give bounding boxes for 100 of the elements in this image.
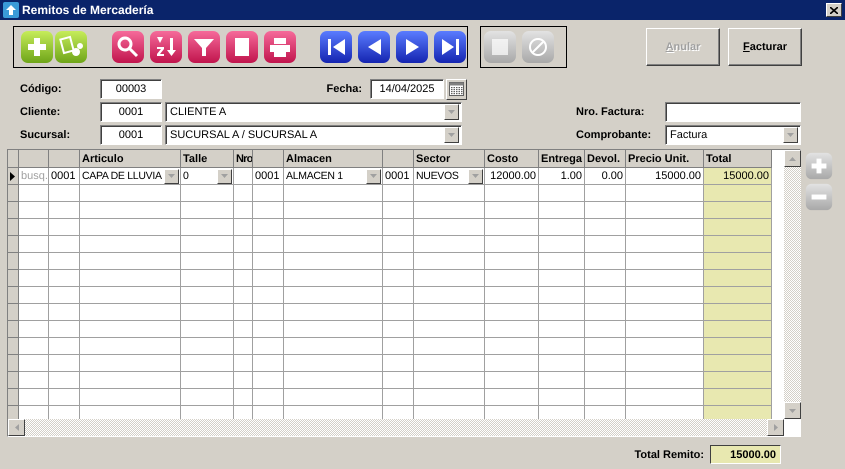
- input-field[interactable]: 0001: [100, 102, 162, 122]
- table-cell: [234, 338, 253, 355]
- toolbar-button[interactable]: [319, 30, 353, 64]
- table-cell: [539, 219, 585, 236]
- table-cell: [704, 304, 772, 321]
- column-header[interactable]: Talle: [181, 150, 234, 168]
- dropdown-cell[interactable]: NUEVOS: [414, 168, 485, 185]
- table-cell: [49, 389, 80, 406]
- minus-icon: [805, 183, 833, 211]
- table-cell: [383, 202, 414, 219]
- dropdown-button[interactable]: [468, 168, 483, 184]
- calendar-button[interactable]: [446, 78, 467, 100]
- table-cell: [414, 287, 485, 304]
- table-cell: [704, 202, 772, 219]
- input-field[interactable]: 0001: [100, 125, 162, 145]
- table-cell: [49, 202, 80, 219]
- action-button[interactable]: Facturar: [728, 28, 802, 66]
- table-cell: [539, 270, 585, 287]
- column-header[interactable]: Sector: [414, 150, 485, 168]
- dropdown-field[interactable]: CLIENTE A: [165, 102, 462, 122]
- dropdown-cell[interactable]: 0: [181, 168, 234, 185]
- column-header[interactable]: Precio Unit.: [626, 150, 704, 168]
- window-title: Remitos de Mercadería: [22, 3, 154, 17]
- table-cell: 0001: [49, 168, 80, 185]
- filter-icon: [187, 30, 221, 64]
- toolbar-button[interactable]: [149, 30, 183, 64]
- cell-text: NUEVOS: [416, 170, 460, 182]
- table-cell: [49, 287, 80, 304]
- caret-icon: [448, 110, 455, 114]
- toolbar-button[interactable]: [263, 30, 297, 64]
- table-cell: 15000.00: [626, 168, 704, 185]
- dropdown-button[interactable]: [217, 168, 232, 184]
- table-cell: [585, 202, 626, 219]
- table-cell: [383, 270, 414, 287]
- table-cell: [49, 304, 80, 321]
- date-field[interactable]: 14/04/2025: [370, 79, 444, 99]
- table-cell: [19, 355, 49, 372]
- last-record-icon: [433, 30, 467, 64]
- table-cell: [704, 185, 772, 202]
- toolbar-button[interactable]: [357, 30, 391, 64]
- table-cell: [383, 304, 414, 321]
- table-cell: [585, 185, 626, 202]
- vertical-scrollbar[interactable]: [784, 150, 801, 419]
- toolbar-button[interactable]: [433, 30, 467, 64]
- close-button[interactable]: [826, 3, 842, 17]
- table-cell: [539, 355, 585, 372]
- caret-icon: [787, 133, 794, 137]
- column-header[interactable]: [49, 150, 80, 168]
- toolbar-button[interactable]: [187, 30, 221, 64]
- table-cell: [19, 304, 49, 321]
- column-header[interactable]: Total: [704, 150, 772, 168]
- table-cell: [585, 372, 626, 389]
- table-cell: [383, 355, 414, 372]
- plus-icon: [805, 152, 833, 180]
- dropdown-cell[interactable]: ALMACEN 1: [284, 168, 383, 185]
- table-cell: [485, 287, 539, 304]
- table-cell: [414, 270, 485, 287]
- caret-icon: [221, 174, 228, 178]
- table-cell: [49, 253, 80, 270]
- scrollbar-corner: [784, 419, 801, 436]
- row-header[interactable]: [8, 168, 19, 185]
- save-icon: [483, 30, 517, 64]
- dropdown-button[interactable]: [366, 168, 381, 184]
- dropdown-field[interactable]: SUCURSAL A / SUCURSAL A: [165, 125, 462, 145]
- input-field[interactable]: 00003: [100, 79, 162, 99]
- dropdown-cell[interactable]: CAPA DE LLUVIA: [80, 168, 181, 185]
- table-cell: [485, 372, 539, 389]
- toolbar-button[interactable]: [395, 30, 429, 64]
- table-cell: [585, 389, 626, 406]
- field-label: Nro. Factura:: [576, 106, 646, 118]
- toolbar-button[interactable]: [225, 30, 259, 64]
- table-cell: [181, 372, 234, 389]
- table-cell: [585, 287, 626, 304]
- column-header[interactable]: Articulo: [80, 150, 181, 168]
- caret-icon: [14, 424, 18, 431]
- previous-icon: [357, 30, 391, 64]
- table-cell: [414, 389, 485, 406]
- input-field[interactable]: [665, 102, 801, 122]
- column-header[interactable]: Costo: [485, 150, 539, 168]
- sort-icon: [149, 30, 183, 64]
- column-header[interactable]: [253, 150, 284, 168]
- column-header[interactable]: Devol.: [585, 150, 626, 168]
- table-cell: [383, 321, 414, 338]
- field-label: Código:: [20, 83, 63, 95]
- table-cell: [704, 219, 772, 236]
- table-cell: [585, 321, 626, 338]
- table-cell: [414, 202, 485, 219]
- dropdown-button[interactable]: [164, 168, 179, 184]
- dropdown-field[interactable]: Factura: [665, 125, 801, 145]
- table-cell: [485, 236, 539, 253]
- horizontal-scrollbar[interactable]: [8, 419, 784, 436]
- table-cell: 0.00: [585, 168, 626, 185]
- column-header[interactable]: Nro: [234, 150, 253, 168]
- table-cell: [485, 304, 539, 321]
- caret-icon: [168, 174, 175, 178]
- column-header[interactable]: Entrega: [539, 150, 585, 168]
- toolbar-button[interactable]: [111, 30, 145, 64]
- table-cell: [585, 219, 626, 236]
- table-cell: [181, 287, 234, 304]
- column-header[interactable]: Almacen: [284, 150, 383, 168]
